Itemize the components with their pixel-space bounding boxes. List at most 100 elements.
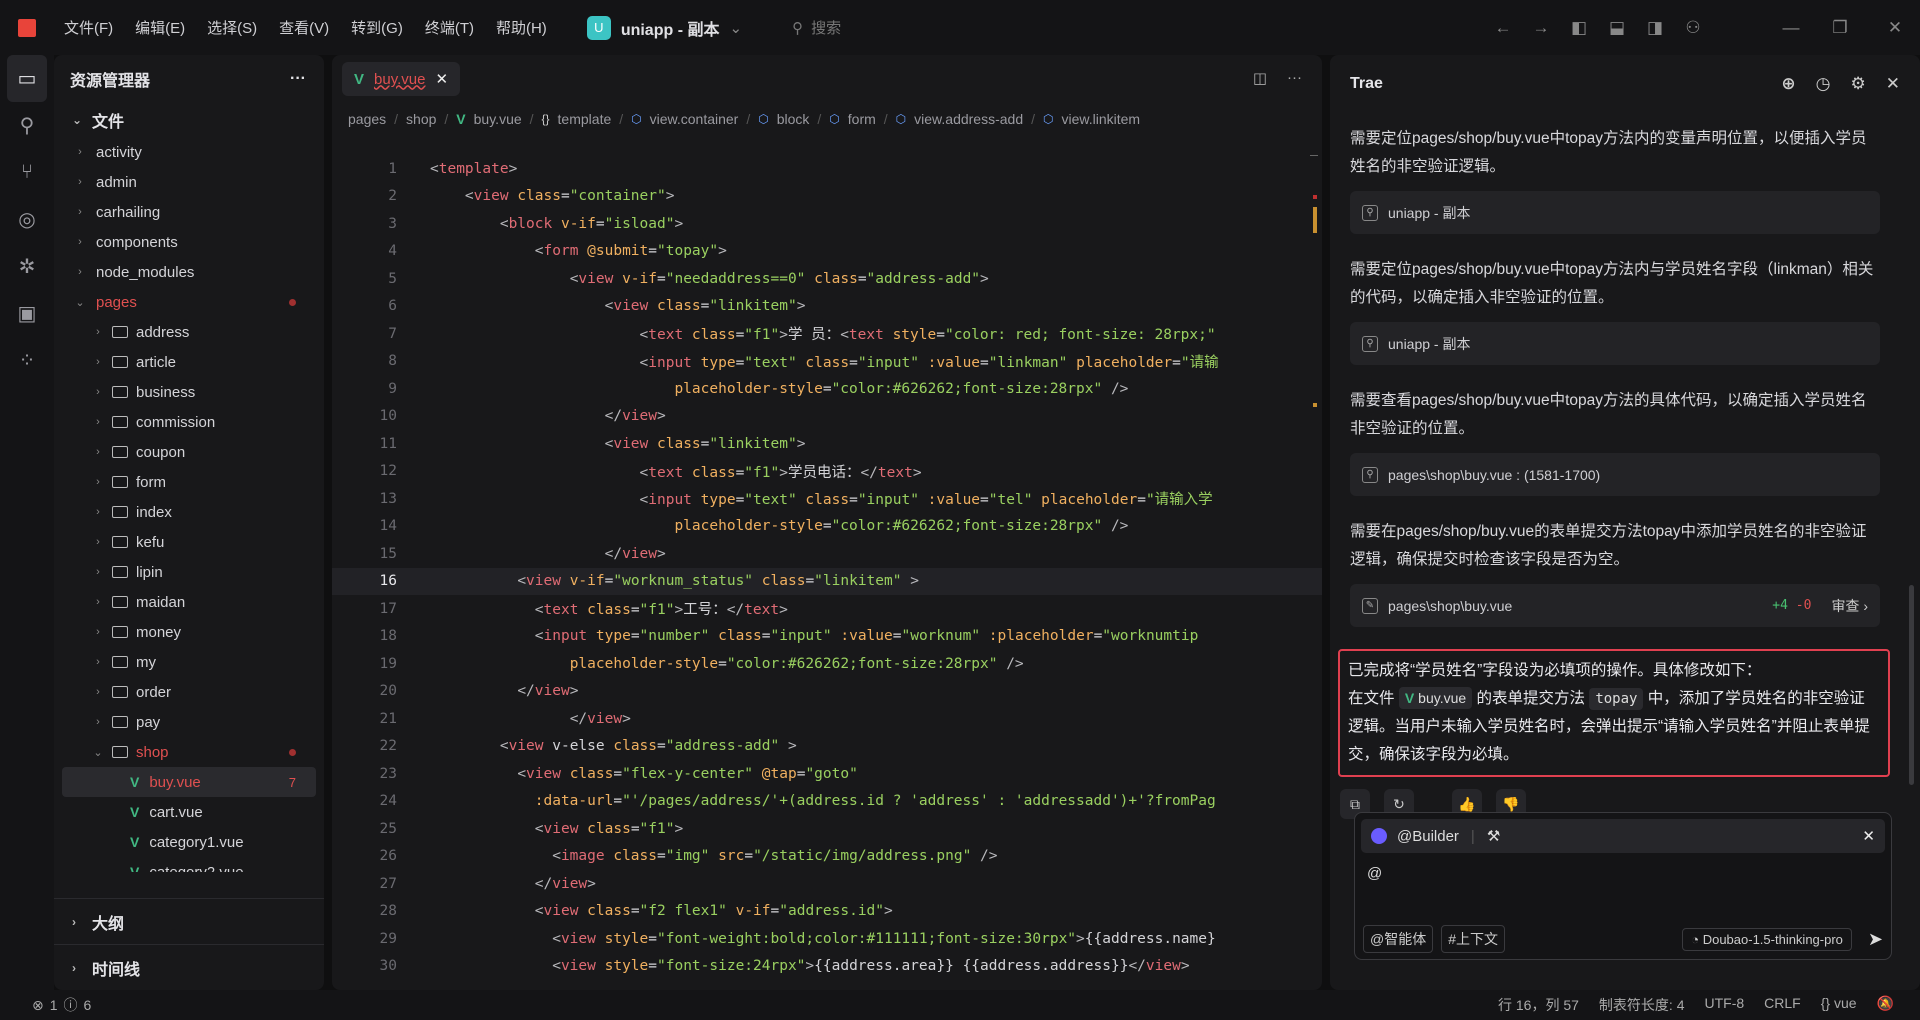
minimize-icon[interactable]: — [1772, 18, 1810, 38]
close-icon[interactable]: ✕ [435, 70, 448, 88]
tree-item[interactable]: › form [54, 467, 324, 497]
code-line[interactable]: 14 placeholder-style="color:#626262;font… [332, 513, 1322, 541]
menu-item[interactable]: 转到(G) [351, 20, 403, 37]
agent-selector[interactable]: @Builder | ⚒ ✕ [1361, 819, 1885, 853]
warning-count[interactable]: 6 [84, 997, 92, 1013]
more-icon[interactable]: ··· [1287, 69, 1302, 87]
code-line[interactable]: 18 <input type="number" class="input" :v… [332, 623, 1322, 651]
review-button[interactable]: 审查 › [1831, 596, 1868, 616]
menu-item[interactable]: 文件(F) [64, 20, 113, 37]
code-line[interactable]: 26 <image class="img" src="/static/img/a… [332, 843, 1322, 871]
breadcrumb-item[interactable]: form [848, 111, 876, 127]
toggle-left-panel-icon[interactable]: ◧ [1560, 18, 1598, 38]
code-line[interactable]: 3 <block v-if="isload"> [332, 210, 1322, 238]
breadcrumb-item[interactable]: shop [406, 111, 436, 127]
code-line[interactable]: 30 <view style="font-size:24rpx">{{addre… [332, 953, 1322, 981]
tree-item[interactable]: ⌄ pages [54, 287, 324, 317]
account-icon[interactable]: ⚇ [1674, 18, 1712, 38]
code-line[interactable]: 29 <view style="font-weight:bold;color:#… [332, 925, 1322, 953]
code-line[interactable]: 24 :data-url="'/pages/address/'+(address… [332, 788, 1322, 816]
code-line[interactable]: 6 <view class="linkitem"> [332, 293, 1322, 321]
context-button[interactable]: #上下文 [1441, 925, 1506, 953]
tree-item[interactable]: › maidan [54, 587, 324, 617]
code-line[interactable]: 4 <form @submit="topay"> [332, 238, 1322, 266]
tree-item[interactable]: › components [54, 227, 324, 257]
breadcrumb-item[interactable]: block [777, 111, 810, 127]
code-line[interactable]: 12 <text class="f1">学员电话：</text> [332, 458, 1322, 486]
tree-item[interactable]: › business [54, 377, 324, 407]
code-line[interactable]: 19 placeholder-style="color:#626262;font… [332, 650, 1322, 678]
code-line[interactable]: 27 </view> [332, 870, 1322, 898]
more-icon[interactable]: ··· [290, 70, 306, 88]
language-mode[interactable]: {} vue [1821, 995, 1857, 1015]
menu-item[interactable]: 选择(S) [207, 20, 257, 37]
search-icon[interactable]: ⚲ [0, 102, 54, 149]
gear-icon[interactable]: ⚙ [1851, 74, 1866, 94]
terminal-icon[interactable]: ▣ [0, 290, 54, 337]
source-control-icon[interactable]: ⑂ [0, 149, 54, 196]
code-line[interactable]: 16 <view v-if="worknum_status" class="li… [332, 567, 1322, 595]
toggle-bottom-panel-icon[interactable]: ⬓ [1598, 18, 1636, 38]
breadcrumb-item[interactable]: pages [348, 111, 386, 127]
outline-section-header[interactable]: › 大纲 [54, 898, 324, 944]
forward-arrow-icon[interactable]: → [1522, 18, 1560, 38]
files-section-header[interactable]: ⌄ 文件 [54, 103, 324, 137]
extensions-icon[interactable]: ⁘ [0, 337, 54, 384]
tab-size[interactable]: 制表符长度: 4 [1599, 995, 1685, 1015]
breadcrumb-item[interactable]: view.container [650, 111, 739, 127]
tree-item[interactable]: › index [54, 497, 324, 527]
menu-item[interactable]: 查看(V) [279, 20, 329, 37]
breadcrumb-item[interactable]: view.linkitem [1061, 111, 1140, 127]
tree-item[interactable]: › activity [54, 137, 324, 167]
tool-call-card[interactable]: ⚲ uniapp - 副本 [1350, 322, 1880, 365]
tree-item[interactable]: › order [54, 677, 324, 707]
tool-call-card[interactable]: ⚲ pages\shop\buy.vue : (1581-1700) [1350, 453, 1880, 496]
tree-item[interactable]: › carhailing [54, 197, 324, 227]
tree-item[interactable]: › article [54, 347, 324, 377]
file-edit-card[interactable]: ✎ pages\shop\buy.vue +4 -0 审查 › [1350, 584, 1880, 627]
menu-item[interactable]: 编辑(E) [135, 20, 185, 37]
code-line[interactable]: 28 <view class="f2 flex1" v-if="address.… [332, 898, 1322, 926]
toggle-right-panel-icon[interactable]: ◨ [1636, 18, 1674, 38]
tree-item[interactable]: › kefu [54, 527, 324, 557]
code-line[interactable]: 21 </view> [332, 705, 1322, 733]
explorer-icon[interactable]: ▭ [7, 55, 47, 102]
code-line[interactable]: 2 <view class="container"> [332, 183, 1322, 211]
search-box[interactable]: ⚲ 搜索 [792, 17, 841, 38]
close-window-icon[interactable]: ✕ [1870, 18, 1920, 38]
code-area[interactable]: 1 <template> 2 <view class="container"> 3 <… [332, 155, 1322, 980]
line-ending[interactable]: CRLF [1764, 995, 1801, 1015]
tree-item[interactable]: Vcategory1.vue [54, 827, 324, 857]
tree-item[interactable]: › lipin [54, 557, 324, 587]
breadcrumb-item[interactable]: view.address-add [914, 111, 1023, 127]
error-count[interactable]: 1 [50, 997, 58, 1013]
debug-icon[interactable]: ✲ [0, 243, 54, 290]
file-chip[interactable]: Vbuy.vue [1398, 687, 1473, 709]
chat-input-box[interactable]: @Builder | ⚒ ✕ @ @智能体 #上下文 ◔ Doubao-1.5-… [1354, 812, 1892, 960]
tree-item[interactable]: Vcart.vue [54, 797, 324, 827]
code-line[interactable]: 23 <view class="flex-y-center" @tap="got… [332, 760, 1322, 788]
notifications-icon[interactable]: 🔕 [1877, 995, 1894, 1015]
close-icon[interactable]: ✕ [1862, 827, 1875, 845]
chat-input-field[interactable]: @ [1355, 859, 1891, 888]
chat-scrollbar[interactable] [1909, 585, 1914, 785]
code-line[interactable]: 20 </view> [332, 678, 1322, 706]
menu-item[interactable]: 终端(T) [425, 20, 474, 37]
maximize-icon[interactable]: ❐ [1810, 18, 1870, 38]
code-line[interactable]: 11 <view class="linkitem"> [332, 430, 1322, 458]
tree-item[interactable]: › commission [54, 407, 324, 437]
tree-item[interactable]: › money [54, 617, 324, 647]
back-arrow-icon[interactable]: ← [1484, 18, 1522, 38]
tree-item[interactable]: Vcategory2.vue [54, 857, 324, 873]
cursor-position[interactable]: 行 16，列 57 [1498, 995, 1579, 1015]
code-line[interactable]: 15 </view> [332, 540, 1322, 568]
tree-item[interactable]: › pay [54, 707, 324, 737]
code-line[interactable]: 1 <template> [332, 155, 1322, 183]
agent-button[interactable]: @智能体 [1363, 925, 1434, 953]
tree-item[interactable]: › node_modules [54, 257, 324, 287]
encoding[interactable]: UTF-8 [1705, 995, 1745, 1015]
tree-item[interactable]: Vbuy.vue 7 [62, 767, 316, 797]
code-line[interactable]: 25 <view class="f1"> [332, 815, 1322, 843]
tool-call-card[interactable]: ⚲ uniapp - 副本 [1350, 191, 1880, 234]
timeline-section-header[interactable]: › 时间线 [54, 944, 324, 990]
